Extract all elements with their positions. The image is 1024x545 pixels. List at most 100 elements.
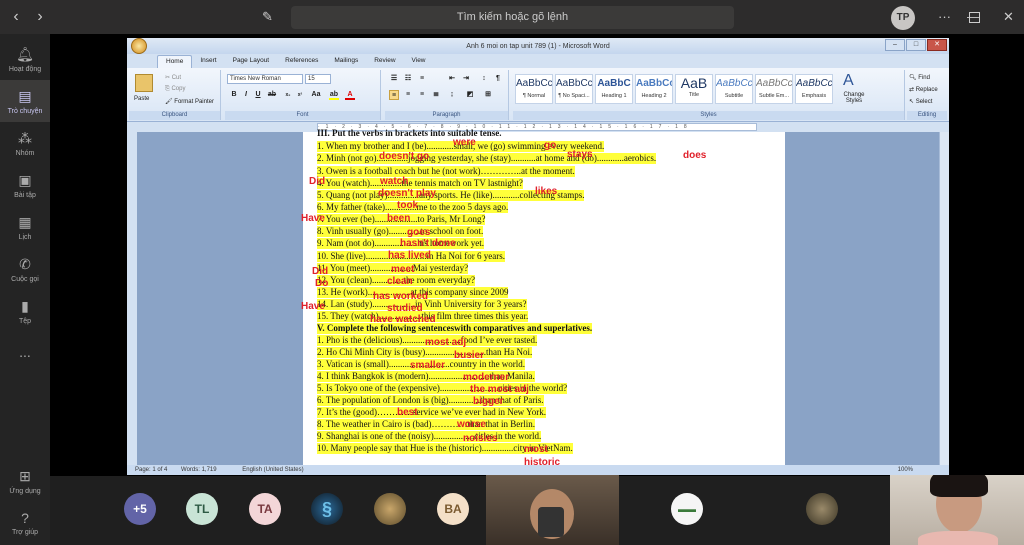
tab-references[interactable]: References <box>277 55 326 68</box>
rail-item-apps[interactable]: ⊞ Ứng dụng <box>0 460 50 502</box>
tab-home[interactable]: Home <box>157 55 193 68</box>
justify-button[interactable]: ≣ <box>431 90 441 100</box>
maximize-icon[interactable]: □ <box>906 39 926 51</box>
document-page[interactable]: III. Put the verbs in brackets into suit… <box>303 128 785 472</box>
tab-insert[interactable]: Insert <box>192 55 224 68</box>
answer-annotation: worse <box>457 419 486 430</box>
answer-annotation: Did <box>309 176 326 187</box>
replace-button[interactable]: ⇄ Replace <box>909 86 938 93</box>
superscript-button[interactable]: x² <box>295 90 305 100</box>
find-button[interactable]: 🔍︎ Find <box>909 74 930 81</box>
apps-icon: ⊞ <box>19 467 31 484</box>
font-group: Times New Roman 15 B I U ab x₂ x² Aa ab … <box>225 70 381 120</box>
paste-icon[interactable] <box>135 74 153 92</box>
tab-mailings[interactable]: Mailings <box>326 55 366 68</box>
exercise-line: 6. The population of London is (big)....… <box>317 395 544 406</box>
multilevel-list-button[interactable]: ≡ <box>417 74 427 84</box>
more-participants-badge[interactable]: +5 <box>124 493 156 525</box>
vertical-scrollbar[interactable] <box>939 132 949 465</box>
rail-item-calendar[interactable]: ▦ Lịch <box>0 206 50 248</box>
self-video[interactable] <box>890 475 1024 545</box>
style-heading-2[interactable]: AaBbCc Heading 2 <box>635 74 673 104</box>
compose-icon[interactable]: ✎ <box>262 9 273 25</box>
subscript-button[interactable]: x₂ <box>283 90 293 100</box>
align-left-button[interactable]: ≡ <box>389 90 399 100</box>
strikethrough-button[interactable]: ab <box>267 90 277 100</box>
rail-item-teams[interactable]: ⁂ Nhóm <box>0 122 50 164</box>
sort-button[interactable]: ↕ <box>479 74 489 84</box>
show-formatting-button[interactable]: ¶ <box>493 74 503 84</box>
participant-avatar[interactable] <box>806 493 838 525</box>
answer-annotation: does <box>683 150 707 161</box>
exercise-line: 2. Ho Chi Minh City is (busy)...........… <box>317 347 533 358</box>
rail-item-chat[interactable]: ▤ Trò chuyện <box>0 80 50 122</box>
participant-avatar[interactable]: BA <box>437 493 469 525</box>
participant-avatar[interactable]: TL <box>186 493 218 525</box>
style-title[interactable]: AaB Title <box>675 74 713 104</box>
teams-icon: ⁂ <box>18 129 32 146</box>
participant-avatar[interactable]: ▬▬ <box>671 493 703 525</box>
rail-item-calls[interactable]: ✆ Cuộc gọi <box>0 248 50 290</box>
font-size-select[interactable]: 15 <box>305 74 331 84</box>
page-count[interactable]: Page: 1 of 4 <box>135 467 167 473</box>
align-center-button[interactable]: ≡ <box>403 90 413 100</box>
align-right-button[interactable]: ≡ <box>417 90 427 100</box>
rail-item-files[interactable]: ▮ Tệp <box>0 290 50 332</box>
avatar[interactable]: TP <box>891 6 915 30</box>
format-painter-button[interactable]: 🖌︎ Format Painter <box>165 98 214 105</box>
participant-avatar[interactable]: TA <box>249 493 281 525</box>
font-name-select[interactable]: Times New Roman <box>227 74 303 84</box>
borders-button[interactable]: ⊞ <box>483 90 493 100</box>
increase-indent-button[interactable]: ⇥ <box>461 74 471 84</box>
numbering-button[interactable]: ☷ <box>403 74 413 84</box>
more-options-icon[interactable]: ··· <box>938 9 951 24</box>
highlight-button[interactable]: ab <box>329 90 339 100</box>
rail-item-more[interactable]: ... <box>0 332 50 374</box>
forward-icon[interactable]: › <box>28 8 52 26</box>
tab-page-layout[interactable]: Page Layout <box>225 55 278 68</box>
style-heading-1[interactable]: AaBbC Heading 1 <box>595 74 633 104</box>
decrease-indent-button[interactable]: ⇤ <box>447 74 457 84</box>
tab-view[interactable]: View <box>404 55 434 68</box>
bold-button[interactable]: B <box>229 90 239 100</box>
close-icon[interactable]: ✕ <box>927 39 947 51</box>
underline-button[interactable]: U <box>253 90 263 100</box>
shading-button[interactable]: ◩ <box>465 90 475 100</box>
word-count[interactable]: Words: 1,719 <box>181 467 217 473</box>
bullets-button[interactable]: ☰ <box>389 74 399 84</box>
tab-review[interactable]: Review <box>366 55 403 68</box>
copy-button[interactable]: ⎘ Copy <box>165 86 185 93</box>
rail-item-assignments[interactable]: ▣ Bài tập <box>0 164 50 206</box>
paste-button[interactable]: Paste <box>134 96 149 102</box>
answer-annotation: go <box>544 140 557 151</box>
change-case-button[interactable]: Aa <box>311 90 321 100</box>
style-subtle-emphasis[interactable]: AaBbCcDSubtle Em... <box>755 74 793 104</box>
cut-button[interactable]: ✂ Cut <box>165 74 181 81</box>
participant-avatar[interactable]: § <box>311 493 343 525</box>
style-no-spacing[interactable]: AaBbCcI ¶ No Spaci... <box>555 74 593 104</box>
zoom-level[interactable]: 100% <box>898 465 913 475</box>
back-icon[interactable]: ‹ <box>4 8 28 26</box>
change-styles-icon[interactable]: A <box>843 72 854 90</box>
minimize-icon[interactable]: – <box>885 39 905 51</box>
phone-in-hand <box>538 507 564 537</box>
change-styles-button[interactable]: Change Styles <box>837 92 871 104</box>
participant-avatar[interactable] <box>374 493 406 525</box>
answer-annotation: most adj <box>425 337 467 348</box>
italic-button[interactable]: I <box>241 90 251 100</box>
exercise-line: 8. Vinh usually (go)..............to sch… <box>317 226 484 237</box>
font-color-button[interactable]: A <box>345 90 355 100</box>
rail-item-help[interactable]: ? Trợ giúp <box>0 502 50 544</box>
rail-item-activity[interactable]: 🔔︎ Hoạt động <box>0 38 50 80</box>
close-icon[interactable]: ✕ <box>1003 9 1014 25</box>
select-button[interactable]: ↖ Select <box>909 98 932 105</box>
search-input[interactable]: Tìm kiếm hoặc gõ lệnh <box>291 6 734 29</box>
style-normal[interactable]: AaBbCcI ¶ Normal <box>515 74 553 104</box>
line-spacing-button[interactable]: ↨ <box>447 90 457 100</box>
style-subtitle[interactable]: AaBbCc. Subtitle <box>715 74 753 104</box>
style-emphasis[interactable]: AaBbCcDEmphasis <box>795 74 833 104</box>
paragraph-group: ☰ ☷ ≡ ⇤ ⇥ ↕ ¶ ≡ ≡ ≡ ≣ ↨ ◩ ⊞ Paragraph <box>385 70 509 120</box>
language-indicator[interactable]: English (United States) <box>242 467 303 473</box>
participant-video[interactable] <box>486 475 619 545</box>
maximize-icon[interactable] <box>969 12 980 23</box>
